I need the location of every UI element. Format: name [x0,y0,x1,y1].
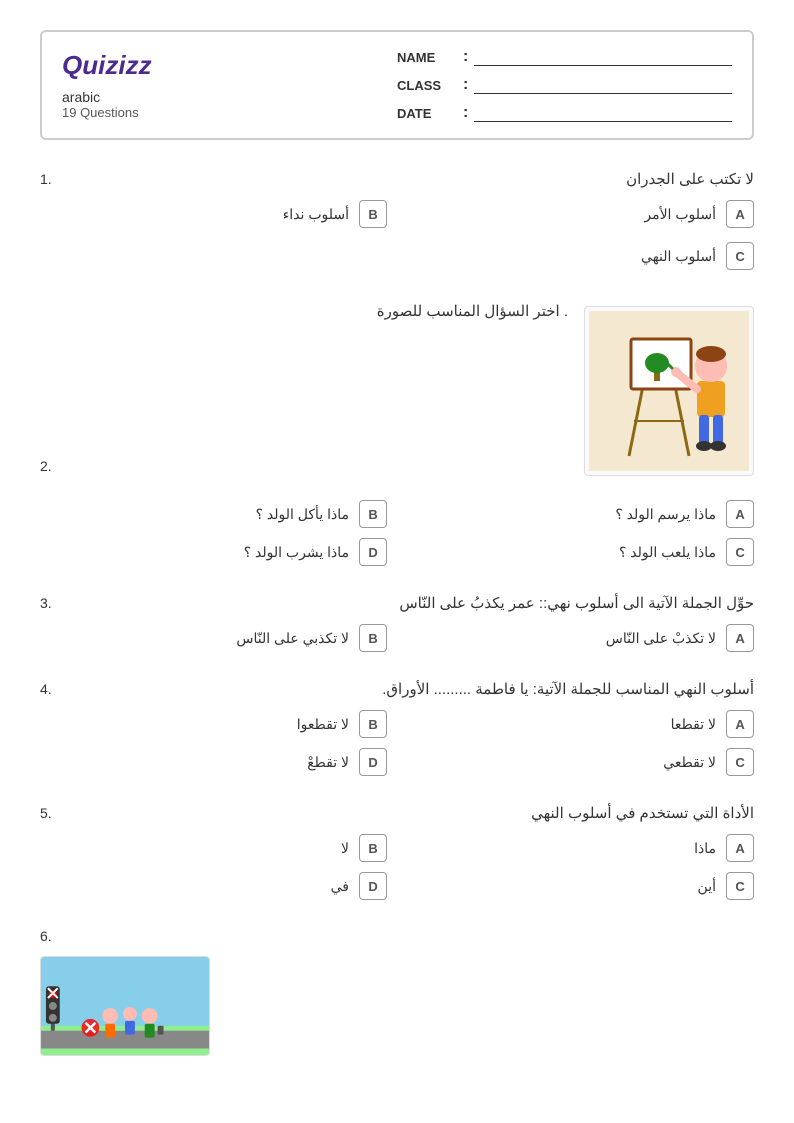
q3-option-a-text: لا تكذبْ على النّاس [606,630,716,647]
q2-option-c-letter: C [726,538,754,566]
q5-text: الأداة التي تستخدم في أسلوب النهي [72,804,754,822]
q1-option-a-letter: A [726,200,754,228]
q2-option-b: B ماذا يأكل الولد ؟ [40,500,387,528]
q5-option-a: A ماذا [407,834,754,862]
q5-option-b: B لا [40,834,387,862]
q1-option-a-text: أسلوب الأمر [644,206,716,223]
q3-options: A لا تكذبْ على النّاس B لا تكذبي على الن… [40,624,754,652]
q5-option-d: D في [40,872,387,900]
q4-option-d-letter: D [359,748,387,776]
quizizz-logo: Quizizz [62,50,397,81]
q5-option-b-text: لا [341,840,349,857]
q1-option-c: C أسلوب النهي [641,242,754,270]
name-row: NAME : [397,48,732,66]
q3-option-b-text: لا تكذبي على النّاس [236,630,349,647]
q5-option-c: C أين [407,872,754,900]
q1-options: A أسلوب الأمر B أسلوب نداء C أسلوب النهي [40,200,754,270]
q3-option-b: B لا تكذبي على النّاس [40,624,387,652]
q4-option-c: C لا تقطعي [407,748,754,776]
q4-options: A لا تقطعا B لا تقطعوا C لا تقطعي D لا ت… [40,710,754,776]
question-2: 2. [40,298,754,566]
q2-option-c-text: ماذا يلعب الولد ؟ [619,544,716,561]
q3-option-a-letter: A [726,624,754,652]
q1-text: لا تكتب على الجدران [72,170,754,188]
header-card: Quizizz arabic 19 Questions NAME : CLASS… [40,30,754,140]
q4-option-a-letter: A [726,710,754,738]
q5-options: A ماذا B لا C أين D في [40,834,754,900]
q2-option-b-letter: B [359,500,387,528]
header-right: NAME : CLASS : DATE : [397,48,732,122]
q2-image [584,306,754,476]
q2-option-a: A ماذا يرسم الولد ؟ [407,500,754,528]
question-4: 4. أسلوب النهي المناسب للجملة الآتية: يا… [40,680,754,776]
q5-option-d-text: في [331,878,349,895]
q4-option-b-letter: B [359,710,387,738]
page: Quizizz arabic 19 Questions NAME : CLASS… [0,0,794,1123]
q3-option-b-letter: B [359,624,387,652]
name-label: NAME [397,50,457,65]
q2-option-d: D ماذا يشرب الولد ؟ [40,538,387,566]
q3-option-a: A لا تكذبْ على النّاس [407,624,754,652]
q4-option-c-letter: C [726,748,754,776]
q5-option-a-text: ماذا [694,840,716,857]
q4-option-c-text: لا تقطعي [663,754,716,771]
q1-option-c-letter: C [726,242,754,270]
q5-number: 5. [40,805,64,821]
q1-number: 1. [40,171,64,187]
quiz-questions: 19 Questions [62,105,397,120]
q2-options: A ماذا يرسم الولد ؟ B ماذا يأكل الولد ؟ … [40,500,754,566]
q2-option-d-letter: D [359,538,387,566]
class-row: CLASS : [397,76,732,94]
q4-option-a-text: لا تقطعا [671,716,716,733]
quiz-title: arabic [62,89,397,105]
q4-number: 4. [40,681,64,697]
q5-option-c-letter: C [726,872,754,900]
name-input-line[interactable] [474,48,732,66]
question-1: 1. لا تكتب على الجدران A أسلوب الأمر B أ… [40,170,754,270]
q1-option-a: A أسلوب الأمر [407,200,754,228]
header-left: Quizizz arabic 19 Questions [62,48,397,122]
q2-option-a-letter: A [726,500,754,528]
q2-option-c: C ماذا يلعب الولد ؟ [407,538,754,566]
q2-option-a-text: ماذا يرسم الولد ؟ [615,506,716,523]
date-input-line[interactable] [474,104,732,122]
date-row: DATE : [397,104,732,122]
boy-painting-svg [589,311,749,471]
q1-option-c-text: أسلوب النهي [641,248,716,265]
q4-text: أسلوب النهي المناسب للجملة الآتية: يا فا… [72,680,754,698]
class-input-line[interactable] [474,76,732,94]
q1-option-b-letter: B [359,200,387,228]
q4-option-b-text: لا تقطعوا [297,716,349,733]
q3-text: حوِّل الجملة الآتية الى أسلوب نهي:: عمر … [72,594,754,612]
class-label: CLASS [397,78,457,93]
question-3: 3. حوِّل الجملة الآتية الى أسلوب نهي:: ع… [40,594,754,652]
traffic-svg [41,956,209,1056]
q5-option-c-text: أين [698,878,716,895]
q2-number: 2. [40,458,64,474]
q4-option-d: D لا تقطعْ [40,748,387,776]
q2-option-d-text: ماذا يشرب الولد ؟ [244,544,349,561]
q4-option-b: B لا تقطعوا [40,710,387,738]
q6-number: 6. [40,928,64,944]
q2-text: . اختر السؤال المناسب للصورة [72,298,568,320]
question-5: 5. الأداة التي تستخدم في أسلوب النهي A م… [40,804,754,900]
q2-option-b-text: ماذا يأكل الولد ؟ [256,506,349,523]
q5-option-b-letter: B [359,834,387,862]
q4-option-d-text: لا تقطعْ [307,754,349,771]
q1-option-b: B أسلوب نداء [40,200,387,228]
q5-option-d-letter: D [359,872,387,900]
q5-option-a-letter: A [726,834,754,862]
q6-image [40,956,210,1056]
date-label: DATE [397,106,457,121]
question-6: 6. [40,928,754,1056]
q1-option-b-text: أسلوب نداء [283,206,349,223]
q3-number: 3. [40,595,64,611]
q4-option-a: A لا تقطعا [407,710,754,738]
